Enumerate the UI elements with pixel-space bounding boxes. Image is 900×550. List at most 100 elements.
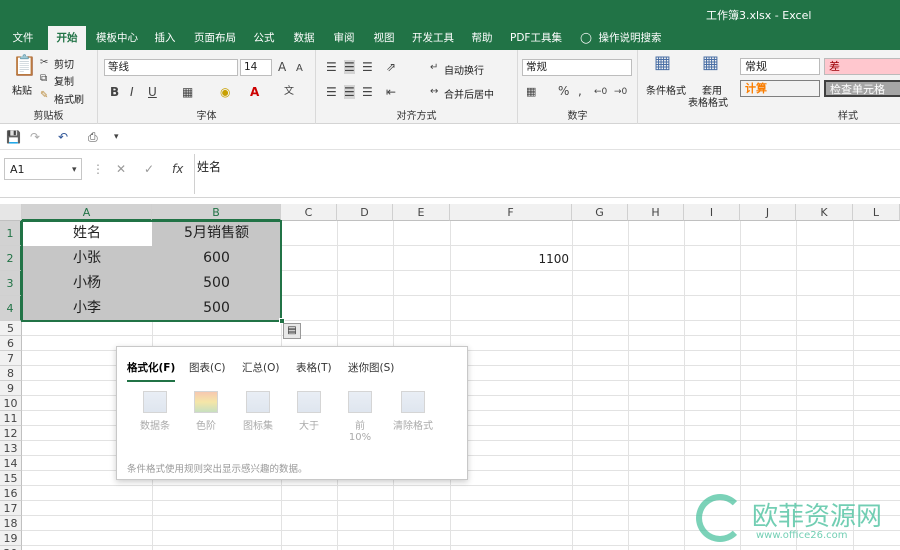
row-header-15[interactable]: 15 bbox=[0, 471, 22, 486]
print-preview-icon[interactable]: ⎙ bbox=[88, 130, 98, 144]
row-header-3[interactable]: 3 bbox=[0, 271, 22, 296]
merge-center-button[interactable]: 合并后居中 bbox=[444, 86, 494, 101]
row-header-12[interactable]: 12 bbox=[0, 426, 22, 441]
orientation-icon[interactable]: ⇗ bbox=[386, 60, 396, 74]
row-header-11[interactable]: 11 bbox=[0, 411, 22, 426]
row-header-6[interactable]: 6 bbox=[0, 336, 22, 351]
merge-icon[interactable]: ↔ bbox=[430, 85, 438, 99]
style-check-cell[interactable]: 检查单元格 bbox=[824, 80, 900, 97]
row-header-19[interactable]: 19 bbox=[0, 531, 22, 546]
tab-formulas[interactable]: 公式 bbox=[248, 26, 280, 50]
option-icon-set[interactable]: 图标集 bbox=[241, 391, 275, 432]
row-header-20[interactable]: 20 bbox=[0, 546, 22, 550]
fill-color-icon[interactable]: ◉ bbox=[220, 85, 230, 99]
select-all[interactable] bbox=[0, 204, 22, 221]
row-header-18[interactable]: 18 bbox=[0, 516, 22, 531]
row-header-17[interactable]: 17 bbox=[0, 501, 22, 516]
option-clear-format[interactable]: 清除格式 bbox=[391, 391, 435, 432]
number-format-select[interactable]: 常规 bbox=[522, 59, 632, 76]
formula-input[interactable] bbox=[194, 154, 900, 194]
border-icon[interactable]: ▦ bbox=[182, 85, 193, 99]
format-painter-button[interactable]: 格式刷 bbox=[54, 91, 84, 106]
table-format-icon[interactable]: ▦ bbox=[702, 54, 719, 72]
phonetic-icon[interactable]: 文 bbox=[284, 85, 294, 99]
tab-developer[interactable]: 开发工具 bbox=[408, 26, 458, 50]
style-calculation[interactable]: 计算 bbox=[740, 80, 820, 97]
copy-icon[interactable]: ⧉ bbox=[40, 72, 47, 86]
align-left-icon[interactable]: ☰ bbox=[326, 85, 337, 99]
tab-file[interactable]: 文件 bbox=[4, 26, 42, 50]
row-header-4[interactable]: 4 bbox=[0, 296, 22, 321]
tab-view[interactable]: 视图 bbox=[368, 26, 400, 50]
format-painter-icon[interactable]: ✎ bbox=[40, 89, 48, 103]
column-header-j[interactable]: J bbox=[740, 204, 796, 221]
align-center-icon[interactable]: ☰ bbox=[344, 85, 355, 99]
increase-decimal-icon[interactable]: ←0 bbox=[594, 85, 607, 99]
row-header-1[interactable]: 1 bbox=[0, 221, 22, 246]
font-color-icon[interactable]: A bbox=[250, 85, 259, 99]
align-bottom-icon[interactable]: ☰ bbox=[362, 60, 373, 74]
tell-me-search[interactable]: 操作说明搜索 bbox=[596, 26, 664, 50]
save-icon[interactable]: 💾 bbox=[6, 130, 21, 144]
tab-sparklines[interactable]: 迷你图(S) bbox=[348, 360, 394, 375]
enter-icon[interactable]: ✓ bbox=[144, 162, 154, 176]
underline-button[interactable]: U bbox=[148, 85, 157, 99]
customize-toolbar-icon[interactable]: ▾ bbox=[114, 130, 119, 144]
option-greater-than[interactable]: 大于 bbox=[292, 391, 326, 432]
undo-icon[interactable]: ↶ bbox=[58, 130, 68, 144]
insert-function-button[interactable]: fx bbox=[172, 162, 183, 176]
scissors-icon[interactable]: ✂ bbox=[40, 56, 48, 70]
tab-help[interactable]: 帮助 bbox=[466, 26, 498, 50]
comma-button[interactable]: , bbox=[578, 84, 582, 98]
indent-icon[interactable]: ⇤ bbox=[386, 85, 396, 99]
column-header-g[interactable]: G bbox=[572, 204, 628, 221]
option-color-scale[interactable]: 色阶 bbox=[189, 391, 223, 432]
copy-button[interactable]: 复制 bbox=[54, 73, 74, 88]
font-grow-icon[interactable]: A bbox=[278, 60, 286, 74]
row-header-14[interactable]: 14 bbox=[0, 456, 22, 471]
font-size-select[interactable]: 14 bbox=[240, 59, 272, 76]
row-header-10[interactable]: 10 bbox=[0, 396, 22, 411]
conditional-format-button[interactable]: 条件格式 bbox=[646, 82, 686, 97]
italic-button[interactable]: I bbox=[130, 85, 134, 99]
column-header-b[interactable]: B bbox=[152, 204, 281, 221]
paste-button[interactable]: 粘贴 bbox=[12, 82, 32, 97]
name-box[interactable]: A1 bbox=[4, 158, 82, 180]
column-header-a[interactable]: A bbox=[22, 204, 152, 221]
percent-button[interactable]: % bbox=[558, 84, 569, 98]
conditional-format-icon[interactable]: ▦ bbox=[654, 54, 671, 72]
column-header-l[interactable]: L bbox=[853, 204, 900, 221]
style-normal[interactable]: 常规 bbox=[740, 58, 820, 75]
paste-icon[interactable]: 📋 bbox=[12, 55, 37, 75]
column-header-f[interactable]: F bbox=[450, 204, 572, 221]
name-box-dropdown-icon[interactable]: ▾ bbox=[72, 163, 77, 177]
wrap-text-button[interactable]: 自动换行 bbox=[444, 62, 484, 77]
align-top-icon[interactable]: ☰ bbox=[326, 60, 337, 74]
column-header-e[interactable]: E bbox=[393, 204, 450, 221]
lightbulb-icon[interactable]: ◯ bbox=[578, 26, 594, 50]
row-header-8[interactable]: 8 bbox=[0, 366, 22, 381]
tab-tables[interactable]: 表格(T) bbox=[296, 360, 332, 375]
tab-charts[interactable]: 图表(C) bbox=[189, 360, 226, 375]
row-header-2[interactable]: 2 bbox=[0, 246, 22, 271]
column-header-i[interactable]: I bbox=[684, 204, 740, 221]
column-header-d[interactable]: D bbox=[337, 204, 393, 221]
tab-totals[interactable]: 汇总(O) bbox=[242, 360, 279, 375]
currency-icon[interactable]: ▦ bbox=[526, 85, 536, 99]
option-data-bars[interactable]: 数据条 bbox=[138, 391, 172, 432]
tab-review[interactable]: 审阅 bbox=[328, 26, 360, 50]
tab-pdf[interactable]: PDF工具集 bbox=[506, 26, 566, 50]
cancel-icon[interactable]: ✕ bbox=[116, 162, 126, 176]
decrease-decimal-icon[interactable]: →0 bbox=[614, 85, 627, 99]
wrap-text-icon[interactable]: ↵ bbox=[430, 61, 438, 75]
font-name-select[interactable]: 等线 bbox=[104, 59, 238, 76]
cut-button[interactable]: 剪切 bbox=[54, 56, 74, 71]
tab-insert[interactable]: 插入 bbox=[148, 26, 182, 50]
cell-f2[interactable]: 1100 bbox=[450, 249, 572, 269]
tab-data[interactable]: 数据 bbox=[288, 26, 320, 50]
column-header-k[interactable]: K bbox=[796, 204, 853, 221]
tab-template[interactable]: 模板中心 bbox=[92, 26, 142, 50]
row-header-7[interactable]: 7 bbox=[0, 351, 22, 366]
table-format-button-2[interactable]: 表格格式 bbox=[688, 94, 728, 109]
tab-formatting[interactable]: 格式化(F) bbox=[127, 360, 176, 382]
